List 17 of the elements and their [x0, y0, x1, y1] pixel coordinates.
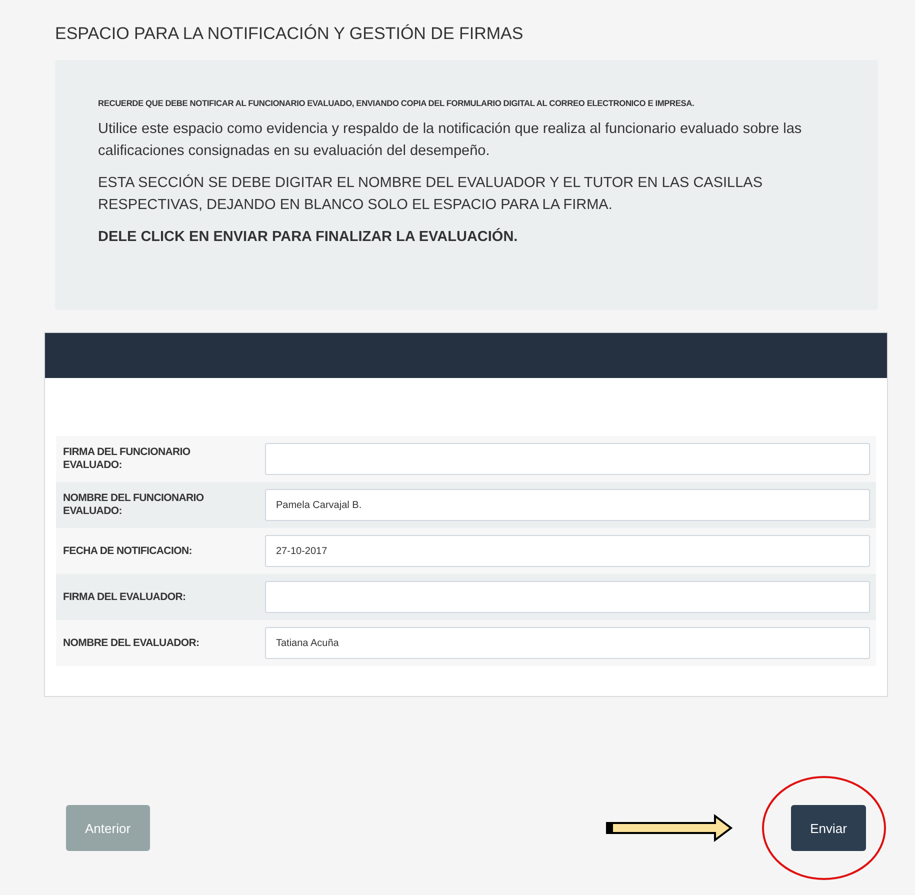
field-label: FIRMA DEL FUNCIONARIO EVALUADO: [63, 446, 192, 472]
input-field[interactable] [265, 581, 870, 613]
arrow-icon [605, 814, 736, 842]
input-field[interactable]: Pamela Carvajal B. [265, 489, 870, 521]
field-label: FECHA DE NOTIFICACION: [63, 544, 193, 558]
field-label: NOMBRE DEL FUNCIONARIO EVALUADO: [63, 492, 205, 518]
reminder-text: RECUERDE QUE DEBE NOTIFICAR AL FUNCIONARIO EVALUADO, ENVIANDO COPIA DEL FORMULARIO DIGITAL AL CORREO ELECTRONICO E IMPRESA. [98, 98, 696, 108]
field-label: FIRMA DEL EVALUADOR: [63, 590, 187, 604]
instruction-text: DELE CLICK EN ENVIAR PARA FINALIZAR LA EVALUACIÓN. [98, 227, 519, 247]
page-title: ESPACIO PARA LA NOTIFICACIÓN Y GESTIÓN DE FIRMAS [55, 24, 524, 44]
input-field[interactable]: 27-10-2017 [265, 535, 870, 567]
send-button[interactable]: Enviar [791, 805, 866, 851]
input-field[interactable]: Tatiana Acuña [265, 627, 870, 659]
field-label: NOMBRE DEL EVALUADOR: [63, 636, 200, 650]
instruction-text: ESTA SECCIÓN SE DEBE DIGITAR EL NOMBRE DEL EVALUADOR Y EL TUTOR EN LAS CASILLAS RESPECTIVAS, DEJANDO EN BLANCO SOLO EL ESPACIO PARA LA FIRMA. [98, 173, 764, 215]
input-field[interactable] [265, 443, 870, 475]
instruction-text: Utilice este espacio como evidencia y respaldo de la notificación que realiza al funcionario evaluado sobre las calificaciones consignadas en su evaluación del desempeño. [98, 120, 803, 161]
